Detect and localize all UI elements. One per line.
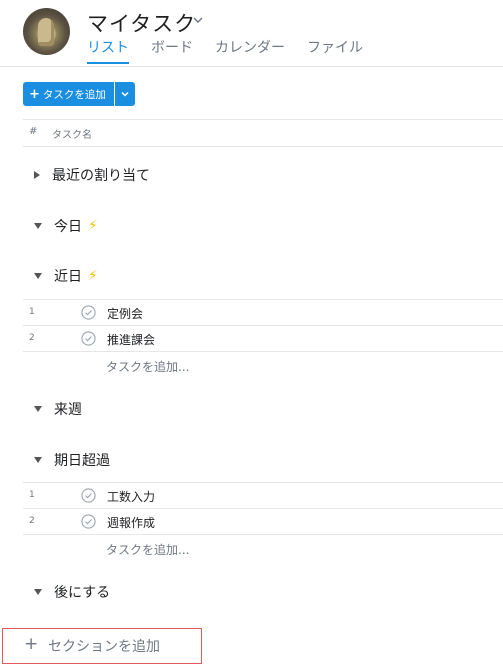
- section-recent[interactable]: 最近の割り当て: [34, 165, 150, 185]
- table-row[interactable]: 2 推進課会: [23, 325, 503, 352]
- check-circle-icon[interactable]: [81, 514, 96, 529]
- add-task-dropdown-button[interactable]: [114, 82, 135, 106]
- section-label: 近日: [54, 269, 82, 285]
- table-row[interactable]: 2 週報作成: [23, 508, 503, 535]
- lightning-icon: ⚡: [88, 268, 98, 284]
- task-name[interactable]: 推進課会: [107, 331, 155, 348]
- section-soon[interactable]: 近日 ⚡: [34, 266, 98, 286]
- view-tabs: リスト ボード カレンダー ファイル: [87, 37, 385, 64]
- section-next-week[interactable]: 来週: [34, 399, 82, 419]
- divider: [23, 534, 503, 535]
- chevron-down-icon[interactable]: [193, 15, 203, 25]
- section-label: 後にする: [54, 585, 111, 601]
- collapse-arrow-icon[interactable]: [34, 223, 42, 229]
- tab-calendar[interactable]: カレンダー: [215, 37, 285, 61]
- lightning-icon: ⚡: [88, 218, 98, 234]
- add-task-button-group: + タスクを追加: [23, 82, 135, 106]
- add-task-link[interactable]: タスクを追加...: [106, 358, 189, 375]
- avatar[interactable]: [23, 8, 70, 55]
- section-label: 期日超過: [54, 453, 110, 469]
- section-today[interactable]: 今日 ⚡: [34, 216, 98, 236]
- column-header-index: #: [29, 126, 38, 137]
- tab-files[interactable]: ファイル: [307, 37, 363, 61]
- chevron-down-icon: [121, 91, 129, 97]
- add-task-link[interactable]: タスクを追加...: [106, 541, 189, 558]
- expand-arrow-icon[interactable]: [34, 171, 40, 179]
- section-overdue[interactable]: 期日超過: [34, 450, 110, 470]
- collapse-arrow-icon[interactable]: [34, 589, 42, 595]
- page-title[interactable]: マイタスク: [87, 8, 196, 38]
- row-number: 1: [29, 307, 35, 317]
- task-name[interactable]: 定例会: [107, 305, 143, 322]
- check-circle-icon[interactable]: [81, 331, 96, 346]
- check-circle-icon[interactable]: [81, 305, 96, 320]
- add-task-button[interactable]: + タスクを追加: [23, 82, 114, 106]
- task-name[interactable]: 工数入力: [107, 488, 155, 505]
- add-section-button[interactable]: + セクションを追加: [2, 628, 202, 664]
- add-task-label: タスクを追加: [42, 88, 106, 101]
- section-label: 来週: [54, 402, 82, 418]
- row-number: 2: [29, 516, 35, 526]
- table-row[interactable]: 1 工数入力: [23, 482, 503, 509]
- task-name[interactable]: 週報作成: [107, 514, 155, 531]
- divider: [23, 146, 503, 147]
- section-later[interactable]: 後にする: [34, 582, 110, 602]
- row-number: 2: [29, 333, 35, 343]
- plus-icon: +: [24, 634, 39, 654]
- section-label: 今日: [54, 219, 82, 235]
- plus-icon: +: [29, 86, 40, 102]
- column-header-task-name[interactable]: タスク名: [52, 126, 92, 141]
- header-divider: [0, 66, 503, 67]
- collapse-arrow-icon[interactable]: [34, 406, 42, 412]
- table-row[interactable]: 1 定例会: [23, 299, 503, 326]
- tab-list[interactable]: リスト: [87, 37, 129, 64]
- divider: [23, 351, 503, 352]
- collapse-arrow-icon[interactable]: [34, 457, 42, 463]
- divider: [23, 119, 503, 120]
- row-number: 1: [29, 490, 35, 500]
- collapse-arrow-icon[interactable]: [34, 273, 42, 279]
- section-label: 最近の割り当て: [52, 168, 150, 184]
- check-circle-icon[interactable]: [81, 488, 96, 503]
- tab-board[interactable]: ボード: [151, 37, 193, 61]
- add-section-label: セクションを追加: [48, 639, 160, 655]
